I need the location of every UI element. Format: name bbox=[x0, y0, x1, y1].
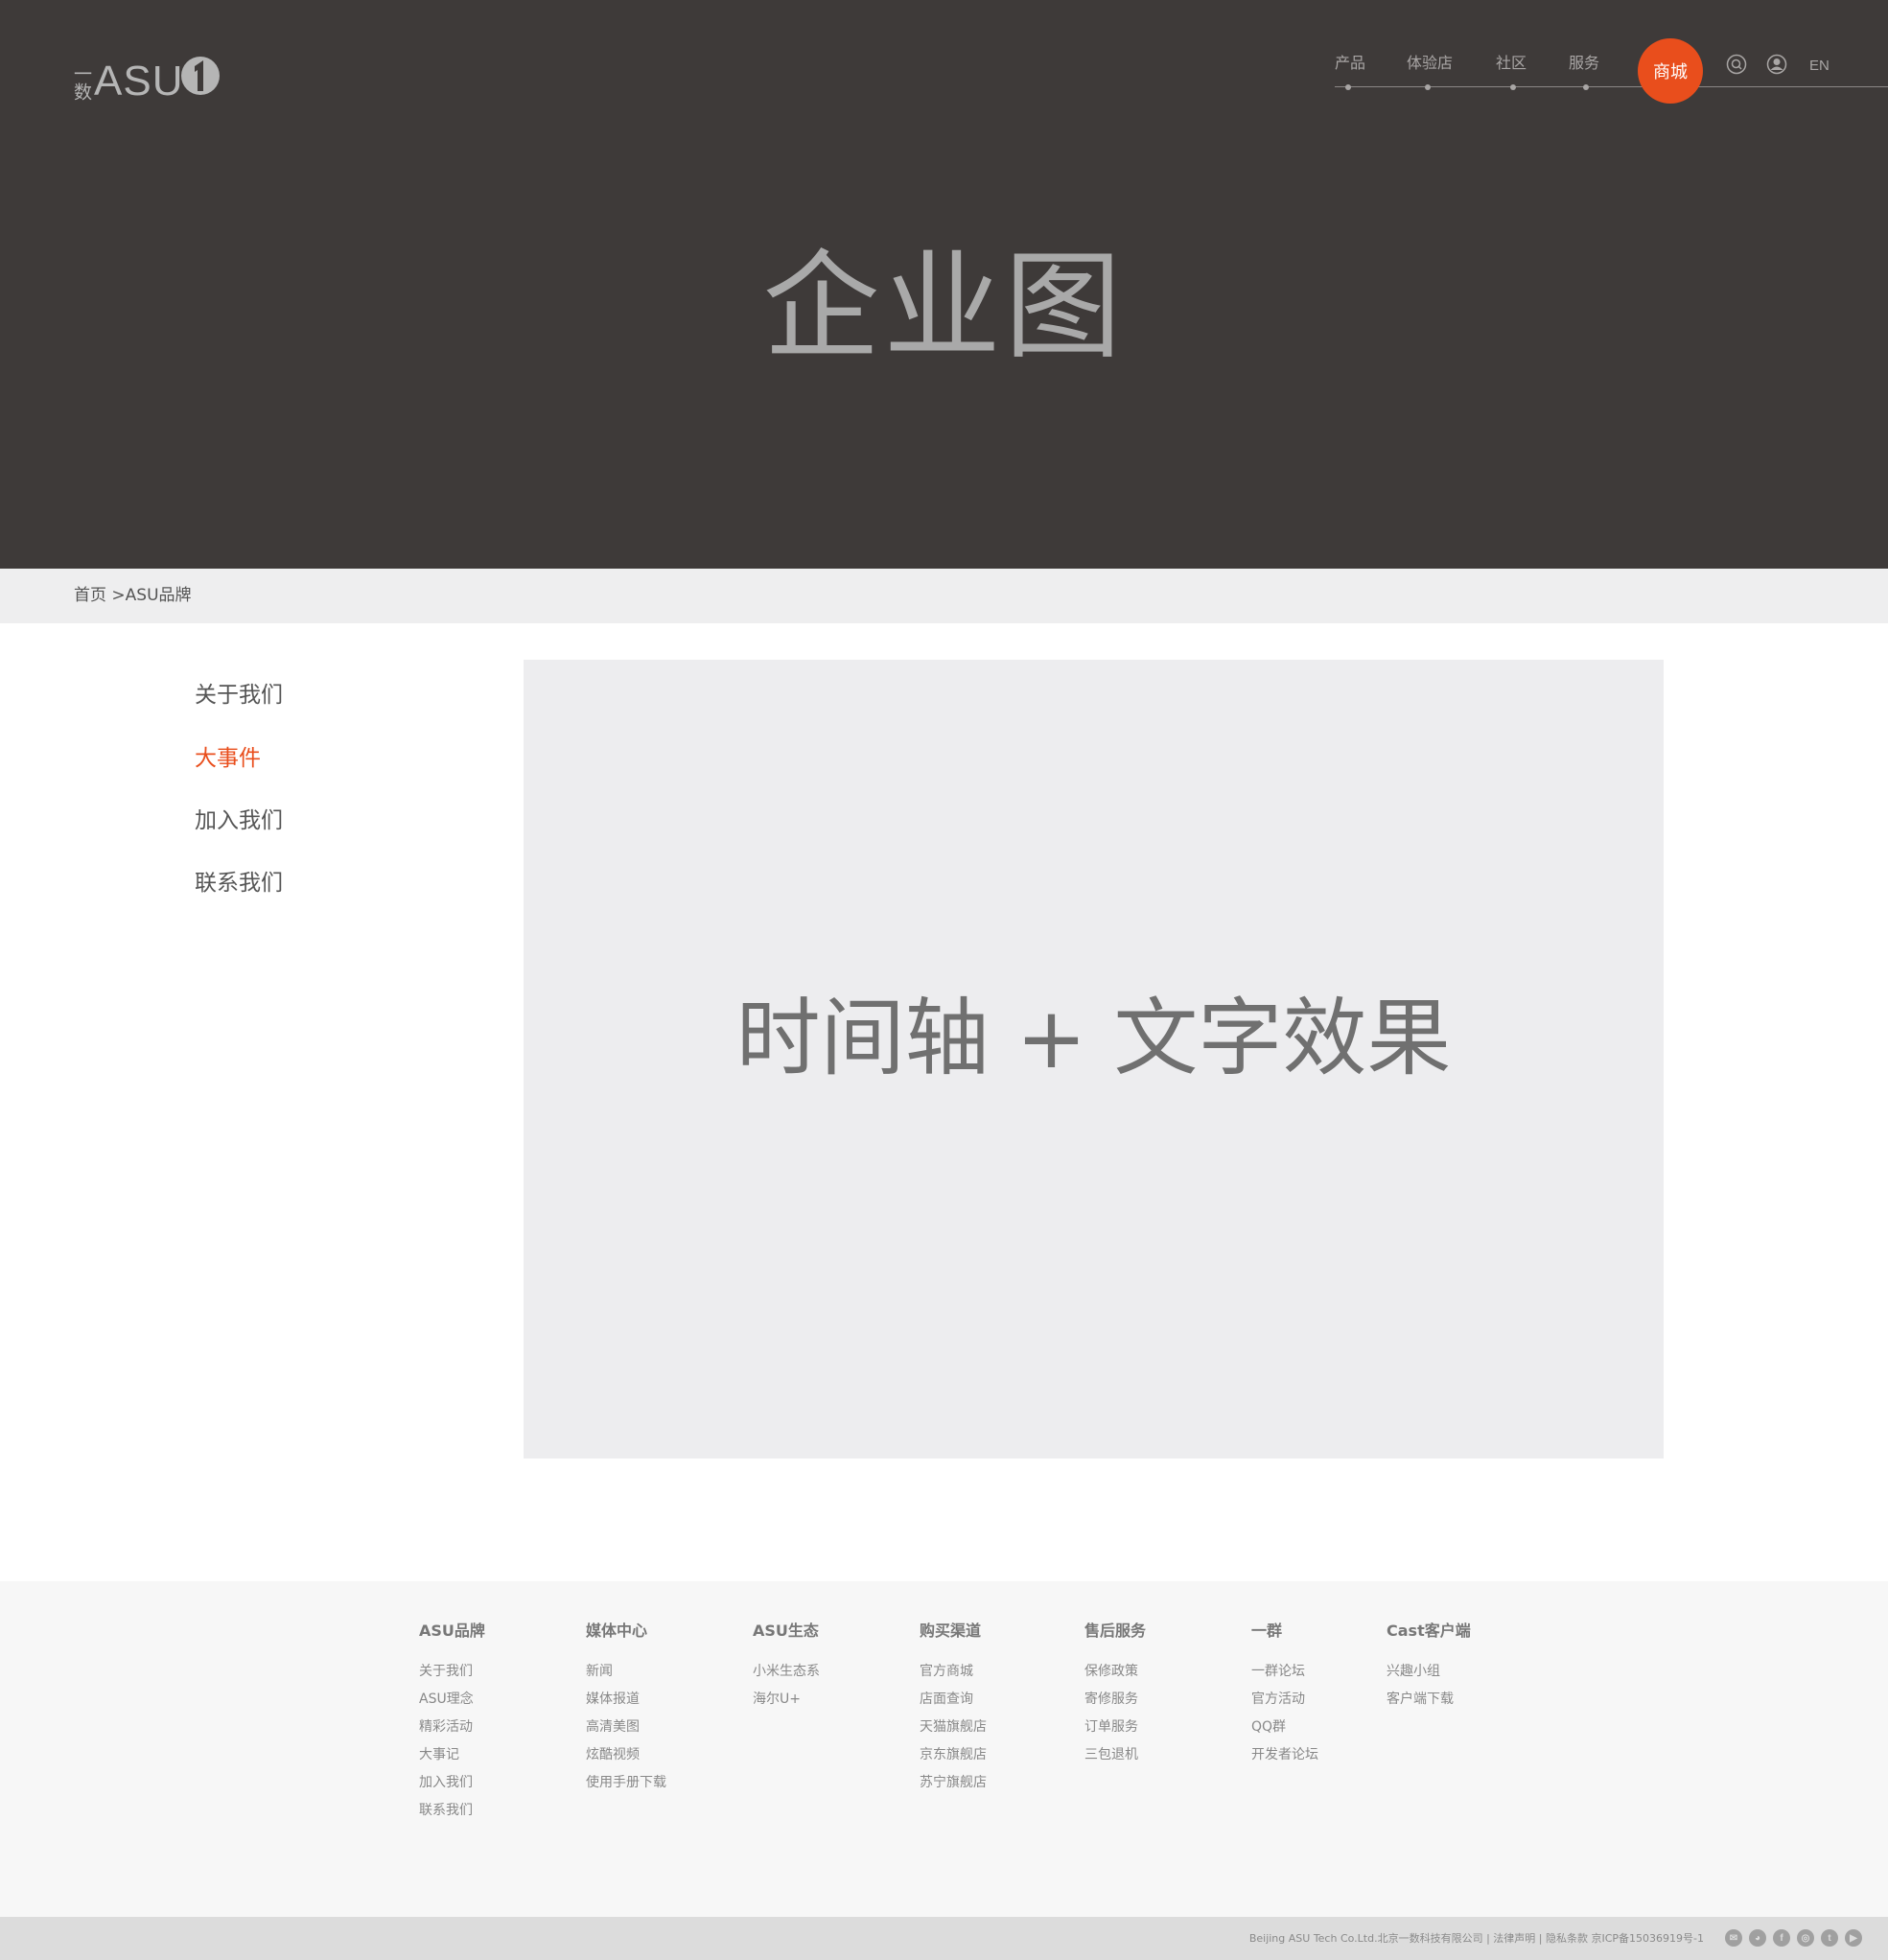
footer-link[interactable]: 大事记 bbox=[419, 1741, 485, 1769]
hero-banner: 一数 ASU 产品 体验店 社区 服务 商城 EN 企业图 bbox=[0, 0, 1888, 569]
timeline-placeholder: 时间轴 + 文字效果 bbox=[524, 660, 1664, 1458]
footer-link[interactable]: 联系我们 bbox=[419, 1797, 485, 1825]
wechat-icon[interactable]: ◕ bbox=[1749, 1929, 1766, 1947]
asu-logo[interactable]: 一数 ASU bbox=[71, 53, 226, 110]
footer-link[interactable]: ASU理念 bbox=[419, 1686, 485, 1714]
footer-link[interactable]: 店面查询 bbox=[920, 1686, 987, 1714]
footer-link[interactable]: 高清美图 bbox=[586, 1714, 666, 1741]
logo-asu-text: ASU bbox=[94, 58, 184, 105]
footer-link[interactable]: 官方活动 bbox=[1251, 1686, 1318, 1714]
footer-link[interactable]: 苏宁旗舰店 bbox=[920, 1769, 987, 1797]
shop-button-label: 商城 bbox=[1653, 62, 1688, 82]
footer-column-title: ASU品牌 bbox=[419, 1622, 485, 1640]
footer-link[interactable]: 精彩活动 bbox=[419, 1714, 485, 1741]
footer-link[interactable]: 寄修服务 bbox=[1084, 1686, 1146, 1714]
footer-link[interactable]: 兴趣小组 bbox=[1387, 1658, 1471, 1686]
side-menu-item-join-us[interactable]: 加入我们 bbox=[195, 807, 283, 834]
side-menu-item-about-us[interactable]: 关于我们 bbox=[195, 682, 283, 709]
side-menu-item-events[interactable]: 大事件 bbox=[195, 745, 261, 772]
footer-link[interactable]: 客户端下载 bbox=[1387, 1686, 1471, 1714]
language-switch[interactable]: EN bbox=[1809, 58, 1830, 74]
footer-column-title: ASU生态 bbox=[753, 1622, 819, 1640]
footer-link[interactable]: QQ群 bbox=[1251, 1714, 1318, 1741]
hero-title: 企业图 bbox=[762, 239, 1126, 375]
logo-one-icon bbox=[181, 57, 220, 95]
search-icon[interactable] bbox=[1726, 54, 1747, 75]
copyright-bar: Beijing ASU Tech Co.Ltd.北京一数科技有限公司 | 法律声… bbox=[0, 1917, 1888, 1960]
footer-column-ecosystem: ASU生态 小米生态系 海尔U+ bbox=[753, 1622, 820, 1714]
footer-link[interactable]: 小米生态系 bbox=[753, 1658, 820, 1686]
footer-link[interactable]: 三包退机 bbox=[1084, 1741, 1146, 1769]
facebook-icon[interactable]: f bbox=[1773, 1929, 1790, 1947]
nav-dot bbox=[1345, 84, 1351, 90]
footer-link[interactable]: 加入我们 bbox=[419, 1769, 485, 1797]
user-icon[interactable] bbox=[1766, 54, 1787, 75]
footer-link[interactable]: 使用手册下载 bbox=[586, 1769, 666, 1797]
weibo-icon[interactable]: ◎ bbox=[1797, 1929, 1814, 1947]
footer-link[interactable]: 一群论坛 bbox=[1251, 1658, 1318, 1686]
nav-item-community[interactable]: 社区 bbox=[1496, 54, 1527, 73]
side-menu-item-contact-us[interactable]: 联系我们 bbox=[195, 870, 283, 897]
main-nav: 产品 体验店 社区 服务 bbox=[1335, 38, 1888, 96]
footer-link[interactable]: 天猫旗舰店 bbox=[920, 1714, 987, 1741]
footer-link[interactable]: 媒体报道 bbox=[586, 1686, 666, 1714]
footer-link[interactable]: 关于我们 bbox=[419, 1658, 485, 1686]
footer-column-media: 媒体中心 新闻 媒体报道 高清美图 炫酷视频 使用手册下载 bbox=[586, 1622, 666, 1797]
footer-column-title: 售后服务 bbox=[1084, 1622, 1147, 1640]
breadcrumb: 首页 >ASU品牌 bbox=[0, 569, 1888, 623]
logo-yi-text: 一数 bbox=[71, 64, 92, 101]
footer-link[interactable]: 海尔U+ bbox=[753, 1686, 820, 1714]
youku-icon[interactable]: ▶ bbox=[1845, 1929, 1862, 1947]
nav-item-service[interactable]: 服务 bbox=[1569, 54, 1599, 73]
footer-link[interactable]: 官方商城 bbox=[920, 1658, 987, 1686]
footer-link[interactable]: 开发者论坛 bbox=[1251, 1741, 1318, 1769]
footer-column-title: 购买渠道 bbox=[920, 1622, 982, 1640]
nav-item-products[interactable]: 产品 bbox=[1335, 54, 1365, 73]
footer-column-cast-client: Cast客户端 兴趣小组 客户端下载 bbox=[1387, 1622, 1471, 1714]
footer-link[interactable]: 新闻 bbox=[586, 1658, 666, 1686]
nav-dot bbox=[1510, 84, 1516, 90]
nav-dot bbox=[1425, 84, 1431, 90]
footer-column-purchase: 购买渠道 官方商城 店面查询 天猫旗舰店 京东旗舰店 苏宁旗舰店 bbox=[920, 1622, 987, 1797]
placeholder-text: 时间轴 + 文字效果 bbox=[735, 989, 1452, 1087]
footer-column-title: Cast客户端 bbox=[1387, 1622, 1471, 1640]
email-icon[interactable]: ✉ bbox=[1725, 1929, 1742, 1947]
nav-item-experience-store[interactable]: 体验店 bbox=[1407, 54, 1453, 73]
breadcrumb-text[interactable]: 首页 >ASU品牌 bbox=[74, 586, 192, 605]
copyright-text: Beijing ASU Tech Co.Ltd.北京一数科技有限公司 | 法律声… bbox=[1248, 1932, 1704, 1945]
twitter-icon[interactable]: t bbox=[1821, 1929, 1838, 1947]
footer-column-community: 一群 一群论坛 官方活动 QQ群 开发者论坛 bbox=[1251, 1622, 1318, 1769]
footer-link[interactable]: 订单服务 bbox=[1084, 1714, 1146, 1741]
footer-link[interactable]: 炫酷视频 bbox=[586, 1741, 666, 1769]
footer-link[interactable]: 京东旗舰店 bbox=[920, 1741, 987, 1769]
shop-button[interactable]: 商城 bbox=[1638, 38, 1703, 104]
nav-underline bbox=[1335, 86, 1888, 87]
footer-column-title: 一群 bbox=[1251, 1622, 1283, 1640]
footer-column-title: 媒体中心 bbox=[586, 1622, 648, 1640]
footer-column-after-sales: 售后服务 保修政策 寄修服务 订单服务 三包退机 bbox=[1084, 1622, 1146, 1769]
footer-link[interactable]: 保修政策 bbox=[1084, 1658, 1146, 1686]
nav-dot bbox=[1583, 84, 1589, 90]
footer: ASU品牌 关于我们 ASU理念 精彩活动 大事记 加入我们 联系我们 媒体中心… bbox=[0, 1581, 1888, 1917]
footer-column-brand: ASU品牌 关于我们 ASU理念 精彩活动 大事记 加入我们 联系我们 bbox=[419, 1622, 485, 1825]
